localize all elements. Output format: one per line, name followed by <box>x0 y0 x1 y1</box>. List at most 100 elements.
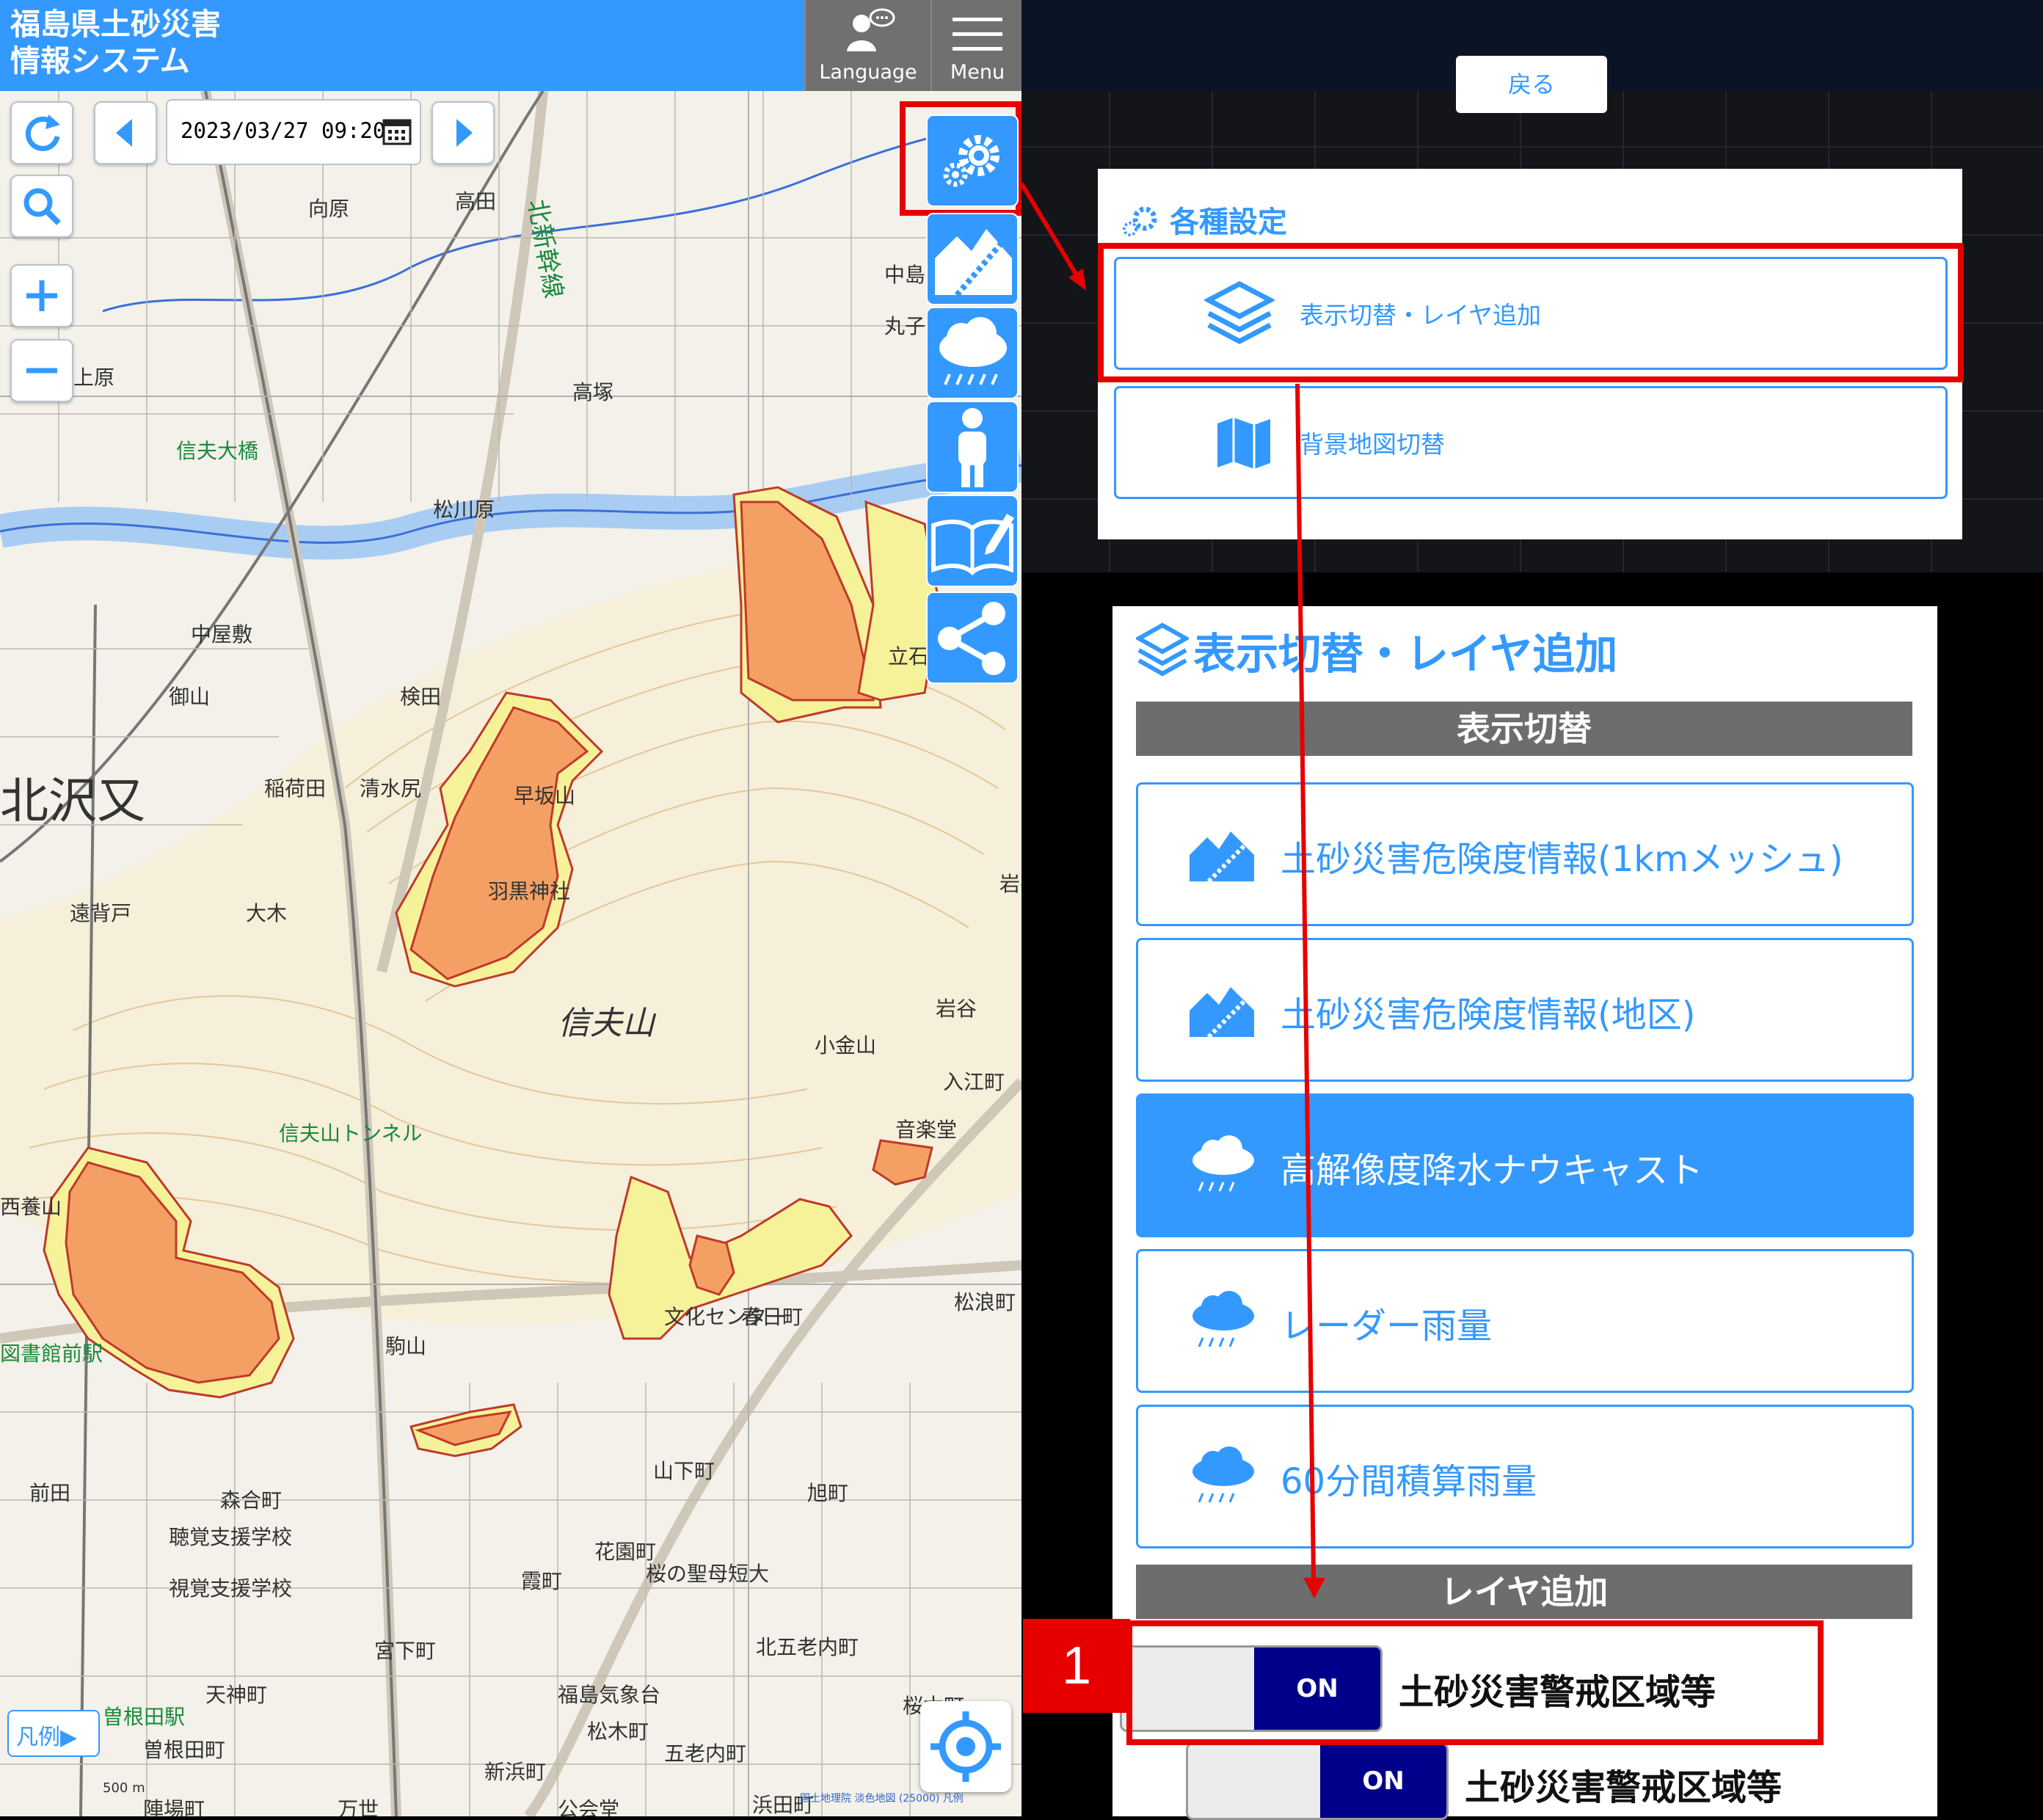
map-label: 旭町 <box>807 1482 848 1504</box>
map-label: 桜の聖母短大 <box>646 1562 769 1585</box>
language-button[interactable]: Language <box>804 0 931 91</box>
settings-title-text: 各種設定 <box>1169 205 1287 239</box>
menu-button[interactable]: Menu <box>931 0 1022 91</box>
map-label: 立石 <box>888 645 929 668</box>
rain-cloud-icon <box>1192 1291 1254 1347</box>
layer-option[interactable]: 高解像度降水ナウキャスト <box>1136 1093 1914 1237</box>
app-title: 福島県土砂災害 情報システム <box>10 7 221 79</box>
settings-screen: 戻る 各種設定 表示切替・レイヤ追加 背景地図切替 <box>1022 0 2043 572</box>
current-location-button[interactable] <box>920 1701 1011 1792</box>
layer-section-header: レイヤ追加 <box>1136 1565 1912 1619</box>
search-icon <box>23 188 61 225</box>
layer-option[interactable]: 60分間積算雨量 <box>1136 1405 1914 1548</box>
map-label: 早坂山 <box>514 785 575 807</box>
layer-option[interactable]: 土砂災害危険度情報(1kmメッシュ) <box>1136 782 1914 926</box>
map-label: 信夫山 <box>558 1005 657 1041</box>
map-label: 視覚支援学校 <box>169 1577 292 1600</box>
map-label: 高田 <box>455 190 496 213</box>
refresh-button[interactable] <box>10 101 73 164</box>
refresh-icon <box>25 114 60 151</box>
display-section-header: 表示切替 <box>1136 702 1912 756</box>
language-icon <box>847 8 895 51</box>
layer-option-label: 土砂災害危険度情報(地区) <box>1281 994 1696 1035</box>
map-label: 遠背戸 <box>70 902 131 925</box>
map-label: 図書館前駅 <box>0 1342 103 1365</box>
map-label: 陣場町 <box>143 1798 205 1816</box>
calendar-icon[interactable] <box>382 115 412 146</box>
landslide-icon <box>1190 987 1254 1039</box>
map-label: 御山 <box>169 685 210 708</box>
map-label: 高塚 <box>572 381 613 404</box>
map-label: 羽黒神社 <box>488 880 570 903</box>
map-label: 松川原 <box>433 498 495 521</box>
layer-option-label: 60分間積算雨量 <box>1281 1461 1537 1502</box>
map-label: 小金山 <box>815 1034 876 1057</box>
legend-label: 凡例▶ <box>16 1725 78 1750</box>
map-label: 岩谷 <box>936 997 977 1020</box>
map-screen: 北新幹線 向原 高田 上原 高塚 信夫大橋 松川原 中屋敷 御山 検田 北沢又 … <box>0 0 1022 1816</box>
menu-item-highlight <box>1098 243 1964 382</box>
map-label: 曽根田駅 <box>103 1706 185 1728</box>
back-button[interactable]: 戻る <box>1456 56 1607 113</box>
next-time-button[interactable] <box>431 101 495 164</box>
sediment-warning-toggle[interactable]: ON <box>1186 1742 1449 1820</box>
hamburger-icon <box>953 18 1002 51</box>
map-label: 岩谷観音 <box>999 873 1022 895</box>
layer-panel-title: 表示切替・レイヤ追加 <box>1193 629 1618 679</box>
toggle-on-knob: ON <box>1320 1744 1446 1818</box>
datetime-field[interactable]: 2023/03/27 09:20 <box>166 99 421 165</box>
rain-cloud-icon <box>1192 1135 1254 1192</box>
rain-layer-button[interactable] <box>926 307 1019 399</box>
app-header: 福島県土砂災害 情報システム Language Menu <box>0 0 1022 91</box>
map-label: 公会堂 <box>558 1798 619 1816</box>
map-label: 大木 <box>246 902 287 925</box>
toggle-highlight <box>1126 1620 1824 1745</box>
layers-icon <box>1136 622 1189 677</box>
map-label: 北五老内町 <box>756 1636 859 1659</box>
map-label: 清水尻 <box>360 777 421 800</box>
minus-icon <box>26 368 57 374</box>
settings-title: 各種設定 <box>1120 198 1287 241</box>
landslide-icon <box>1190 831 1254 884</box>
prev-time-button[interactable] <box>94 101 157 164</box>
layer-option-label: 高解像度降水ナウキャスト <box>1281 1150 1704 1191</box>
map-label: 松木町 <box>587 1720 649 1743</box>
map-label: 花園町 <box>594 1540 656 1563</box>
layer-option-label: 土砂災害危険度情報(1kmメッシュ) <box>1281 839 1843 880</box>
settings-button[interactable] <box>926 114 1019 207</box>
landslide-layer-button[interactable] <box>926 213 1019 305</box>
map-label: 向原 <box>308 197 349 220</box>
language-label: Language <box>819 61 917 84</box>
map-label: 信夫山トンネル <box>279 1122 422 1145</box>
map-label: 曽根田町 <box>143 1739 225 1761</box>
map-attribution[interactable]: 国土地理院 淡色地図 (25000) 凡例 <box>800 1791 964 1805</box>
toggle-state: ON <box>1362 1766 1405 1796</box>
map-label: 五老内町 <box>664 1742 746 1765</box>
basemap-switch-menu-item[interactable]: 背景地図切替 <box>1114 386 1948 499</box>
person-icon <box>958 408 986 487</box>
legend-button[interactable]: 凡例▶ <box>7 1710 100 1757</box>
manual-button[interactable] <box>926 495 1019 587</box>
share-icon <box>938 602 1005 675</box>
rain-cloud-icon <box>1192 1446 1254 1503</box>
search-button[interactable] <box>10 175 73 238</box>
map-label: 松浪町 <box>954 1291 1016 1314</box>
topographic-map[interactable]: 北新幹線 向原 高田 上原 高塚 信夫大橋 松川原 中屋敷 御山 検田 北沢又 … <box>0 91 1022 1816</box>
share-button[interactable] <box>926 592 1019 684</box>
evacuation-button[interactable] <box>926 401 1019 493</box>
map-label: 丸子 <box>884 315 925 338</box>
map-label: 中屋敷 <box>191 623 252 646</box>
layer-option[interactable]: 土砂災害危険度情報(地区) <box>1136 938 1914 1082</box>
map-label: 信夫大橋 <box>176 440 258 462</box>
layer-option[interactable]: レーダー雨量 <box>1136 1249 1914 1393</box>
zoom-out-button[interactable] <box>10 339 73 402</box>
menu-item-label: 背景地図切替 <box>1300 430 1445 459</box>
zoom-in-button[interactable] <box>10 264 73 327</box>
chevron-left-icon <box>116 119 132 147</box>
gear-icon <box>943 135 999 187</box>
step-badge: 1 <box>1023 1619 1130 1713</box>
menu-label: Menu <box>950 61 1005 84</box>
map-label: 入江町 <box>943 1071 1005 1093</box>
map-label: 万世 <box>338 1798 379 1816</box>
map-label: 上原 <box>73 366 114 389</box>
